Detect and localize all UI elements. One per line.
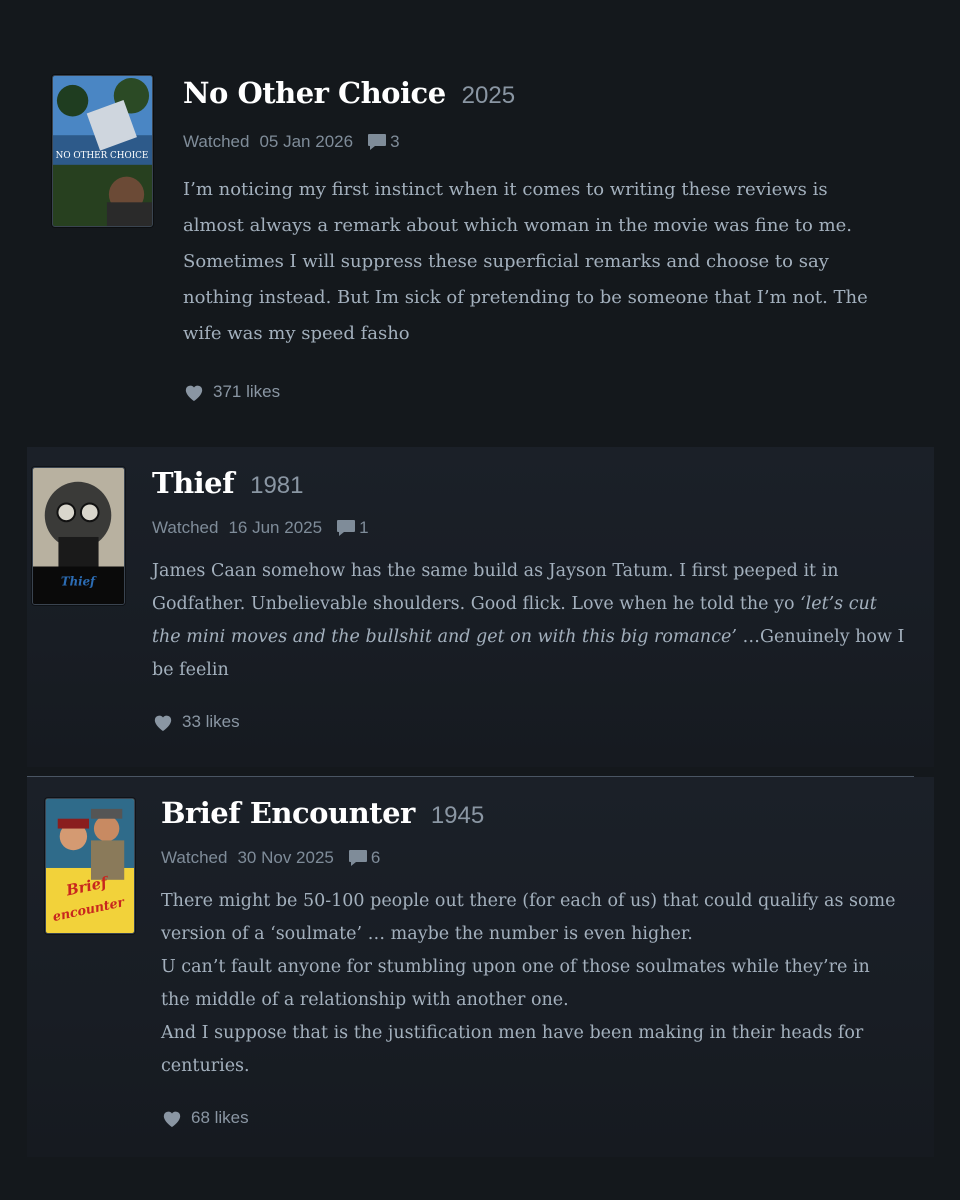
film-year[interactable]: 1981 — [250, 472, 303, 500]
review-card: NO OTHER CHOICE No Other Choice 2025 Wat… — [0, 0, 960, 440]
review-line: the mini moves and the bullshit and get … — [152, 627, 905, 647]
review-line: nothing instead. But Im sick of pretendi… — [183, 287, 868, 308]
review-line: version of a ‘soulmate’ … maybe the numb… — [161, 924, 693, 944]
review-quote: the mini moves and the bullshit and get … — [152, 627, 737, 647]
watched-label: Watched — [183, 132, 250, 151]
comment-icon[interactable] — [336, 519, 356, 537]
review-content: Brief Encounter 1945 Watched 30 Nov 2025… — [161, 796, 934, 1128]
watched-label: Watched — [152, 518, 219, 537]
likes-count: 33 likes — [182, 712, 240, 731]
comment-count[interactable]: 3 — [390, 132, 399, 152]
comment-count[interactable]: 1 — [359, 518, 368, 538]
film-year[interactable]: 1945 — [431, 802, 484, 830]
review-line: wife was my speed fasho — [183, 323, 410, 344]
likes[interactable]: 371 likes — [183, 382, 960, 402]
likes-count: 371 likes — [213, 382, 281, 401]
heart-icon[interactable] — [161, 1108, 183, 1128]
review-meta: Watched 16 Jun 2025 1 — [152, 518, 934, 538]
review-line: There might be 50-100 people out there (… — [161, 891, 896, 911]
review-body: There might be 50-100 people out there (… — [161, 885, 934, 1083]
likes[interactable]: 68 likes — [161, 1108, 934, 1128]
svg-text:Thief: Thief — [61, 574, 97, 588]
review-content: No Other Choice 2025 Watched 05 Jan 2026… — [183, 76, 960, 402]
heart-icon[interactable] — [152, 712, 174, 732]
review-meta: Watched 05 Jan 2026 3 — [183, 132, 960, 152]
svg-text:NO OTHER CHOICE: NO OTHER CHOICE — [56, 151, 149, 161]
review-meta: Watched 30 Nov 2025 6 — [161, 848, 934, 868]
likes[interactable]: 33 likes — [152, 712, 934, 732]
review-line: almost always a remark about which woman… — [183, 215, 853, 236]
review-body: I’m noticing my first instinct when it c… — [183, 172, 960, 352]
review-line: James Caan somehow has the same build as… — [152, 561, 839, 581]
review-line: U can’t fault anyone for stumbling upon … — [161, 957, 870, 977]
review-line: And I suppose that is the justification … — [161, 1023, 864, 1043]
film-title[interactable]: Brief Encounter — [161, 796, 415, 830]
review-line: be feelin — [152, 660, 229, 680]
watched-date[interactable]: 16 Jun 2025 — [228, 518, 322, 538]
review-quote: ‘let’s cut — [800, 594, 877, 614]
review-content: Thief 1981 Watched 16 Jun 2025 1 James C… — [152, 466, 934, 732]
comment-icon[interactable] — [367, 133, 387, 151]
film-title[interactable]: No Other Choice — [183, 76, 446, 110]
film-title[interactable]: Thief — [152, 466, 235, 500]
review-line: Sometimes I will suppress these superfic… — [183, 251, 829, 272]
poster-thief[interactable]: Thief — [32, 467, 125, 605]
watched-date[interactable]: 30 Nov 2025 — [237, 848, 333, 868]
review-line: Godfather. Unbelievable shoulders. Good … — [152, 594, 877, 614]
heart-icon[interactable] — [183, 382, 205, 402]
film-year[interactable]: 2025 — [462, 82, 515, 110]
poster-no-other-choice[interactable]: NO OTHER CHOICE — [52, 75, 153, 227]
comment-icon[interactable] — [348, 849, 368, 867]
likes-count: 68 likes — [191, 1108, 249, 1127]
review-card: Thief Thief 1981 Watched 16 Jun 2025 1 J… — [27, 447, 934, 767]
review-line: the middle of a relationship with anothe… — [161, 990, 569, 1010]
poster-brief-encounter[interactable]: Brief encounter — [45, 798, 135, 934]
watched-date[interactable]: 05 Jan 2026 — [259, 132, 353, 152]
comment-count[interactable]: 6 — [371, 848, 380, 868]
review-line: centuries. — [161, 1056, 250, 1076]
review-card: Brief encounter Brief Encounter 1945 Wat… — [27, 777, 934, 1157]
watched-label: Watched — [161, 848, 228, 867]
review-line: I’m noticing my first instinct when it c… — [183, 179, 828, 200]
review-body: James Caan somehow has the same build as… — [152, 555, 934, 687]
